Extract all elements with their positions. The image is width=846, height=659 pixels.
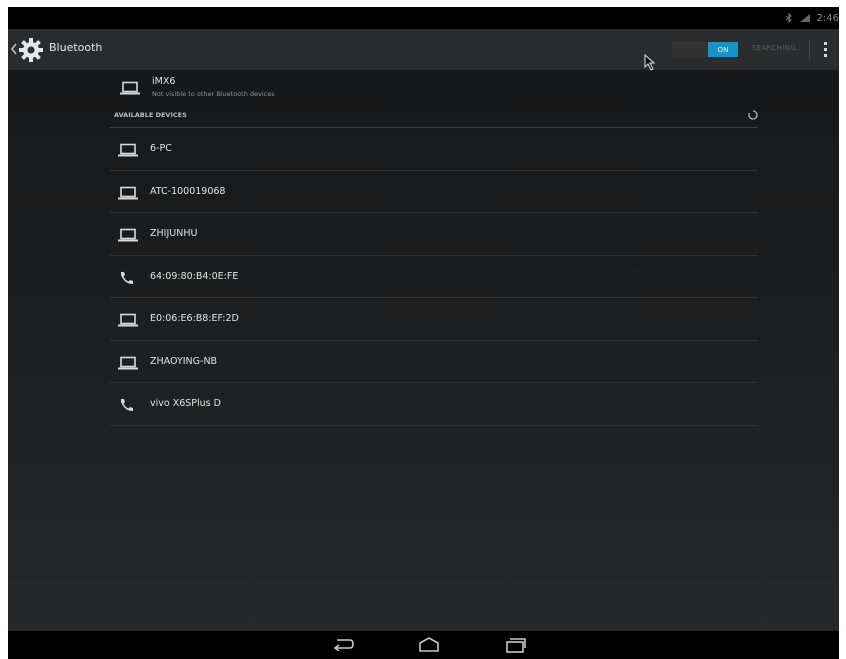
wifi-signal-icon xyxy=(799,14,810,22)
device-name: ZHIJUNHU xyxy=(150,228,198,239)
page-title: Bluetooth xyxy=(49,41,103,54)
bluetooth-toggle[interactable]: ON xyxy=(672,42,738,57)
action-bar-divider xyxy=(809,39,810,61)
action-bar: Bluetooth ON SEARCHING... xyxy=(8,29,839,70)
this-device-item[interactable]: iMX6 Not visible to other Bluetooth devi… xyxy=(108,70,758,106)
device-list-item[interactable]: ZHIJUNHU xyxy=(110,213,758,256)
device-list-item[interactable]: E0:06:E6:B8:EF:2D xyxy=(110,298,758,341)
device-name: vivo X6SPlus D xyxy=(150,398,221,409)
device-name: ZHAOYING-NB xyxy=(150,355,218,367)
device-list-item[interactable]: vivo X6SPlus D xyxy=(110,383,758,426)
this-device-visibility: Not visible to other Bluetooth devices xyxy=(152,90,275,98)
settings-gear-icon[interactable] xyxy=(18,37,44,63)
device-list-item[interactable]: ZHAOYING-NB xyxy=(110,341,758,383)
phone-icon xyxy=(121,271,133,284)
device-name: 6-PC xyxy=(150,143,172,154)
searching-button[interactable]: SEARCHING... xyxy=(752,44,803,52)
laptop-icon xyxy=(118,186,138,199)
bluetooth-icon xyxy=(785,13,792,23)
device-list-item[interactable]: ATC-100019068 xyxy=(110,171,758,213)
toggle-on-label: ON xyxy=(708,42,738,57)
up-caret-icon[interactable] xyxy=(10,42,18,56)
device-name: ATC-100019068 xyxy=(150,185,226,197)
this-device-name: iMX6 xyxy=(152,76,176,87)
laptop-icon xyxy=(120,81,140,95)
laptop-icon xyxy=(118,143,138,157)
home-icon[interactable] xyxy=(418,637,440,653)
more-vert-icon[interactable] xyxy=(824,42,828,58)
section-title: AVAILABLE DEVICES xyxy=(114,111,187,119)
laptop-icon xyxy=(118,313,138,327)
laptop-icon xyxy=(118,228,138,242)
device-name: 64:09:80:B4:0E:FE xyxy=(150,270,239,282)
recents-icon[interactable] xyxy=(505,637,527,653)
available-devices-list: 6-PC ATC-100019068 ZHIJUNHU 64:09:80:B4:0E:… xyxy=(110,128,758,426)
navigation-bar xyxy=(8,631,839,659)
status-icons: 2:46 xyxy=(785,10,839,26)
status-time: 2:46 xyxy=(816,12,839,24)
device-name: E0:06:E6:B8:EF:2D xyxy=(150,313,239,324)
device-list-item[interactable]: 6-PC xyxy=(110,128,758,171)
android-screen: 2:46 Bluetooth ON SEARCHING... iMX6 Not … xyxy=(8,7,839,659)
available-devices-header: AVAILABLE DEVICES xyxy=(110,107,758,128)
progress-spinner-icon xyxy=(748,110,758,120)
back-icon[interactable] xyxy=(332,637,354,651)
device-list-item[interactable]: 64:09:80:B4:0E:FE xyxy=(110,256,758,298)
status-bar: 2:46 xyxy=(8,7,839,29)
laptop-icon xyxy=(118,356,138,369)
phone-icon xyxy=(121,399,133,412)
